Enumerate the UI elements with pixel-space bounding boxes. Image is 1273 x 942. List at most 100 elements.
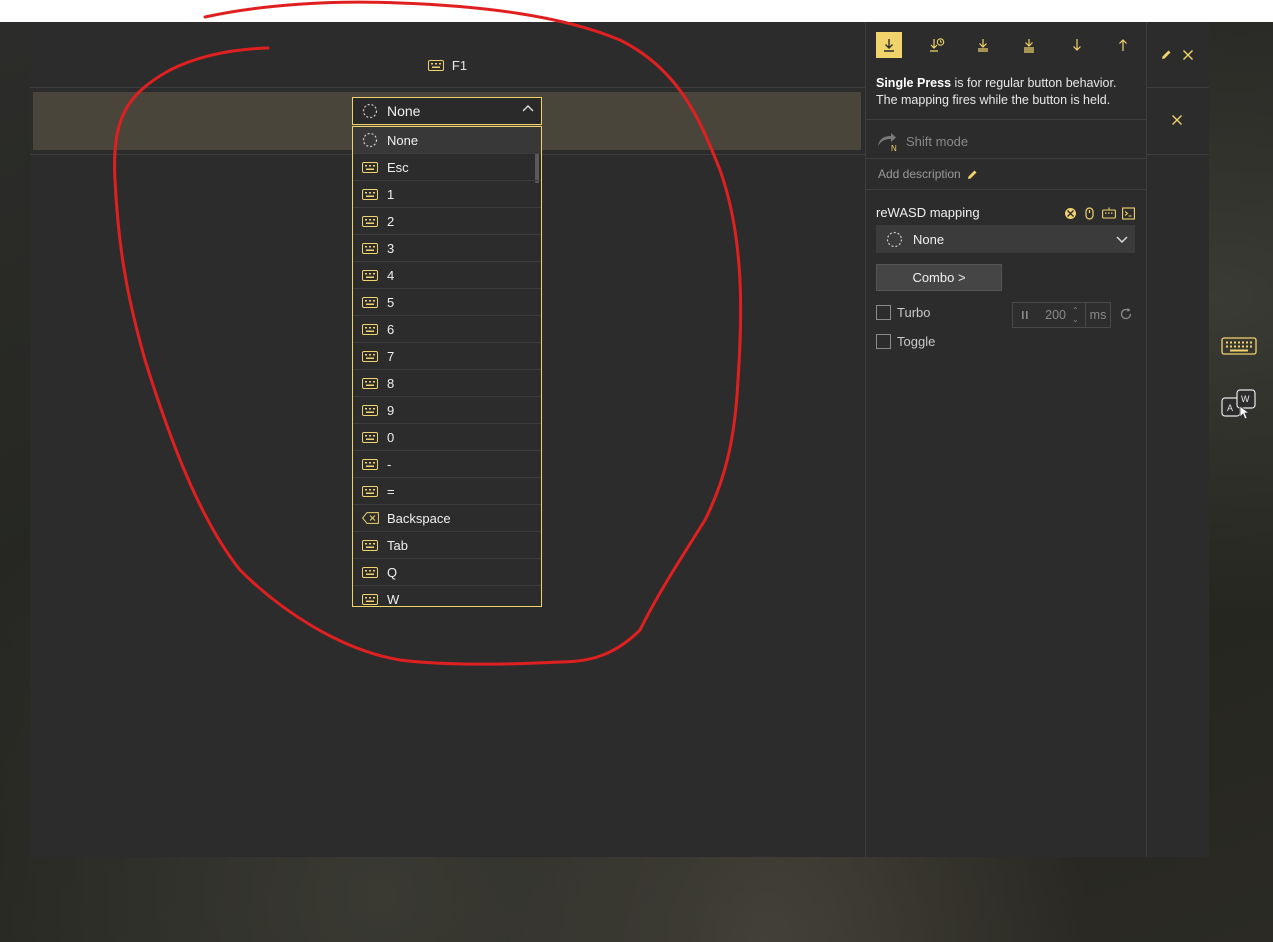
long-press-icon xyxy=(930,38,945,52)
keyboard-icon xyxy=(362,565,379,579)
key-label: F1 xyxy=(451,57,468,73)
dropdown-item[interactable]: 3 xyxy=(353,235,541,262)
pencil-icon xyxy=(967,170,977,179)
keyboard-icon xyxy=(362,457,379,471)
dropdown-item-label: Tab xyxy=(387,537,408,553)
mapping-select[interactable]: None xyxy=(352,97,542,125)
turbo-interval-value[interactable]: 200 xyxy=(1042,308,1066,322)
dropdown-item[interactable]: 1 xyxy=(353,181,541,208)
keyboard-icon xyxy=(427,59,444,71)
triple-press-button[interactable] xyxy=(1016,32,1042,58)
keyboard-icon xyxy=(362,403,379,417)
dropdown-item-label: W xyxy=(387,591,400,607)
single-press-button[interactable] xyxy=(876,32,902,58)
pencil-icon[interactable] xyxy=(1161,49,1172,60)
rewasd-mapping-select[interactable]: None xyxy=(876,225,1135,253)
dropdown-item-label: 6 xyxy=(387,321,395,337)
dropdown-item[interactable]: 8 xyxy=(353,370,541,397)
dropdown-item-label: None xyxy=(387,132,419,148)
combo-button[interactable]: Combo > xyxy=(876,264,1002,291)
keyboard-icon xyxy=(362,268,379,282)
dropdown-item[interactable]: W xyxy=(353,586,541,607)
close-icon[interactable] xyxy=(1182,49,1194,61)
terminal-icon[interactable] xyxy=(1122,207,1135,220)
keyboard-icon xyxy=(362,484,379,498)
release-icon xyxy=(1119,39,1127,51)
row-actions-column xyxy=(1146,22,1209,857)
add-description-button[interactable]: Add description xyxy=(878,167,978,181)
dropdown-item-label: 3 xyxy=(387,240,395,256)
dropdown-item-label: 7 xyxy=(387,348,395,364)
virtual-keyboard-icon[interactable] xyxy=(1221,336,1257,356)
turbo-label: Turbo xyxy=(897,305,931,320)
turbo-interval-stepper[interactable]: ⌃ ⌄ xyxy=(1072,306,1079,324)
release-button[interactable] xyxy=(1110,32,1136,58)
divider xyxy=(866,158,1146,159)
mapping-dropdown-list[interactable]: None Esc 1 2 3 4 5 6 7 8 9 0 - = Backspace Tab Q W xyxy=(352,126,542,607)
toggle-option[interactable]: Toggle xyxy=(876,334,935,349)
gamepad-icon[interactable] xyxy=(1064,207,1077,220)
double-press-button[interactable] xyxy=(970,32,996,58)
shift-badge: N xyxy=(891,144,897,152)
keyboard-icon xyxy=(362,592,379,606)
dropdown-item[interactable]: Q xyxy=(353,559,541,586)
dropdown-item[interactable]: - xyxy=(353,451,541,478)
dropdown-item-label: = xyxy=(387,483,395,499)
toggle-checkbox[interactable] xyxy=(876,334,891,349)
dropdown-item[interactable]: 5 xyxy=(353,289,541,316)
shift-mode-button[interactable]: N Shift mode xyxy=(876,129,968,153)
turbo-interval-unit: ms xyxy=(1085,303,1110,327)
shift-arrow-icon: N xyxy=(878,133,897,152)
keyboard-icon[interactable] xyxy=(1102,207,1116,220)
start-press-icon xyxy=(1073,39,1081,51)
key-header: F1 xyxy=(30,44,865,86)
dropdown-item[interactable]: 0 xyxy=(353,424,541,451)
stepper-up-icon[interactable]: ⌃ xyxy=(1072,306,1079,315)
mapping-select-value: None xyxy=(387,103,421,119)
dropdown-item[interactable]: Tab xyxy=(353,532,541,559)
keyboard-icon xyxy=(362,241,379,255)
turbo-option[interactable]: Turbo xyxy=(876,305,930,320)
dropdown-item-label: 8 xyxy=(387,375,395,391)
dropdown-item-label: 5 xyxy=(387,294,395,310)
properties-panel: Single Press is for regular button behav… xyxy=(865,22,1146,857)
rewasd-mapping-value: None xyxy=(913,231,945,247)
turbo-checkbox[interactable] xyxy=(876,305,891,320)
dropdown-item[interactable]: 7 xyxy=(353,343,541,370)
dropdown-item[interactable]: Esc xyxy=(353,154,541,181)
dropdown-item-label: 4 xyxy=(387,267,395,283)
mouse-icon[interactable] xyxy=(1083,207,1096,220)
stepper-down-icon[interactable]: ⌄ xyxy=(1072,315,1079,324)
toggle-label: Toggle xyxy=(897,334,936,349)
start-press-button[interactable] xyxy=(1064,32,1090,58)
activator-name: Single Press xyxy=(876,76,952,90)
dropdown-item[interactable]: 9 xyxy=(353,397,541,424)
divider xyxy=(1147,87,1209,88)
keyboard-icon xyxy=(362,349,379,363)
keyboard-icon xyxy=(362,160,379,174)
reset-icon[interactable] xyxy=(1119,307,1133,321)
turbo-interval-field[interactable]: 200 ⌃ ⌄ ms xyxy=(1012,302,1111,328)
dropdown-item[interactable]: = xyxy=(353,478,541,505)
chevron-down-icon xyxy=(1116,236,1128,243)
rewasd-mapping-title: reWASD mapping xyxy=(876,205,980,220)
dropdown-item-label: Esc xyxy=(387,159,409,175)
single-press-icon xyxy=(884,39,894,52)
pause-icon xyxy=(1022,311,1028,319)
dotted-circle-icon xyxy=(886,231,903,247)
close-icon[interactable] xyxy=(1171,114,1183,126)
dropdown-item[interactable]: 4 xyxy=(353,262,541,289)
dropdown-item-label: 1 xyxy=(387,186,395,202)
dropdown-item[interactable]: Backspace xyxy=(353,505,541,532)
dropdown-item-label: - xyxy=(387,456,392,472)
dropdown-item[interactable]: 6 xyxy=(353,316,541,343)
long-press-button[interactable] xyxy=(924,32,950,58)
dotted-circle-icon xyxy=(362,132,379,148)
add-description-label: Add description xyxy=(878,167,961,181)
svg-text:W: W xyxy=(1241,394,1250,404)
dropdown-item[interactable]: None xyxy=(353,127,541,154)
key-remap-icon[interactable]: A W xyxy=(1221,388,1257,420)
triple-press-icon xyxy=(1024,38,1034,53)
dropdown-item[interactable]: 2 xyxy=(353,208,541,235)
keyboard-icon xyxy=(362,376,379,390)
